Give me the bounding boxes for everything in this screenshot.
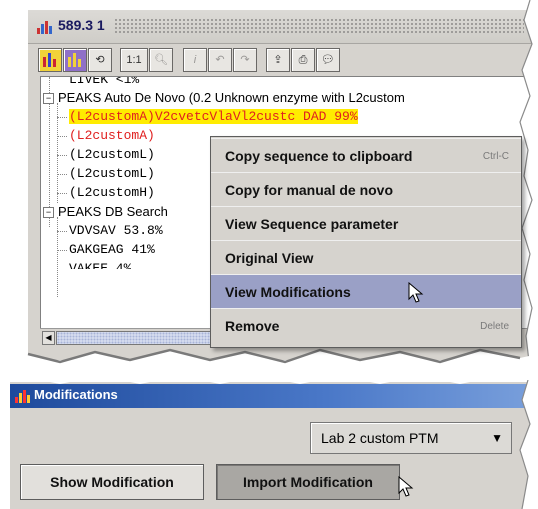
mouse-cursor-icon	[398, 476, 414, 497]
show-modification-button[interactable]: Show Modification	[20, 464, 204, 500]
chevron-down-icon[interactable]: ▼	[491, 423, 503, 453]
tree-row-partial[interactable]: VAKEE 4%	[69, 260, 131, 269]
main-window-title: 589.3 1	[58, 17, 105, 33]
tree-row-peptide[interactable]: VDVSAV 53.8%	[69, 222, 163, 240]
bar-chart-yellow-icon[interactable]	[38, 48, 62, 72]
titlebar-grip	[114, 18, 524, 34]
tree-row-peptide[interactable]: (L2customA)V2cvetcVlaVl2custc DAD 99%	[69, 108, 358, 126]
zoom-1to1-icon[interactable]: 1:1	[120, 48, 148, 72]
main-window-titlebar[interactable]: 589.3 1	[28, 10, 538, 44]
redo-icon[interactable]: ↷	[233, 48, 257, 72]
collapse-icon[interactable]: −	[43, 93, 54, 105]
import-modification-button[interactable]: Import Modification	[216, 464, 400, 500]
menu-item-view-sequence-parameter[interactable]: View Sequence parameter	[211, 206, 521, 241]
comment-icon[interactable]: 💬︎	[316, 48, 340, 72]
collapse-icon[interactable]: −	[43, 207, 54, 219]
menu-item-copy-manual-denovo[interactable]: Copy for manual de novo	[211, 172, 521, 207]
mouse-cursor-icon	[408, 282, 424, 303]
bar-chart-purple-icon[interactable]	[63, 48, 87, 72]
tree-row-peptide[interactable]: (L2customL)	[69, 165, 155, 183]
ptm-select[interactable]: Lab 2 custom PTM ▼	[310, 422, 512, 454]
menu-item-remove[interactable]: Remove Delete	[211, 308, 521, 343]
export-icon[interactable]: ⇪	[266, 48, 290, 72]
menu-item-view-modifications[interactable]: View Modifications	[211, 274, 521, 309]
tree-row-peptide[interactable]: (L2customL)	[69, 146, 155, 164]
print-icon[interactable]: ⎙	[291, 48, 315, 72]
torn-edge	[0, 370, 538, 384]
tree-group-auto-denovo[interactable]: − PEAKS Auto De Novo (0.2 Unknown enzyme …	[43, 89, 405, 107]
zoom-icon[interactable]: 🔍︎	[149, 48, 173, 72]
rotate-icon[interactable]: ⟲	[88, 48, 112, 72]
toolbar: ⟲ 1:1 🔍︎ i ↶ ↷ ⇪ ⎙ 💬︎	[28, 44, 538, 76]
tree-row-peptide[interactable]: (L2customA)	[69, 127, 155, 145]
menu-item-copy-sequence[interactable]: Copy sequence to clipboard Ctrl-C	[211, 138, 521, 173]
info-icon[interactable]: i	[183, 48, 207, 72]
tree-row-partial[interactable]: LIVEK <1%	[69, 77, 139, 89]
tree-group-db-search[interactable]: − PEAKS DB Search	[43, 203, 168, 221]
modifications-window: Modifications Lab 2 custom PTM ▼ Show Mo…	[10, 382, 538, 509]
tree-row-peptide[interactable]: GAKGEAG 41%	[69, 241, 155, 259]
context-menu: Copy sequence to clipboard Ctrl-C Copy fo…	[210, 136, 522, 348]
app-logo-icon	[15, 390, 30, 403]
torn-edge	[519, 380, 538, 509]
undo-icon[interactable]: ↶	[208, 48, 232, 72]
app-logo-icon	[37, 21, 52, 34]
tree-row-peptide[interactable]: (L2customH)	[69, 184, 155, 202]
menu-item-original-view[interactable]: Original View	[211, 240, 521, 275]
